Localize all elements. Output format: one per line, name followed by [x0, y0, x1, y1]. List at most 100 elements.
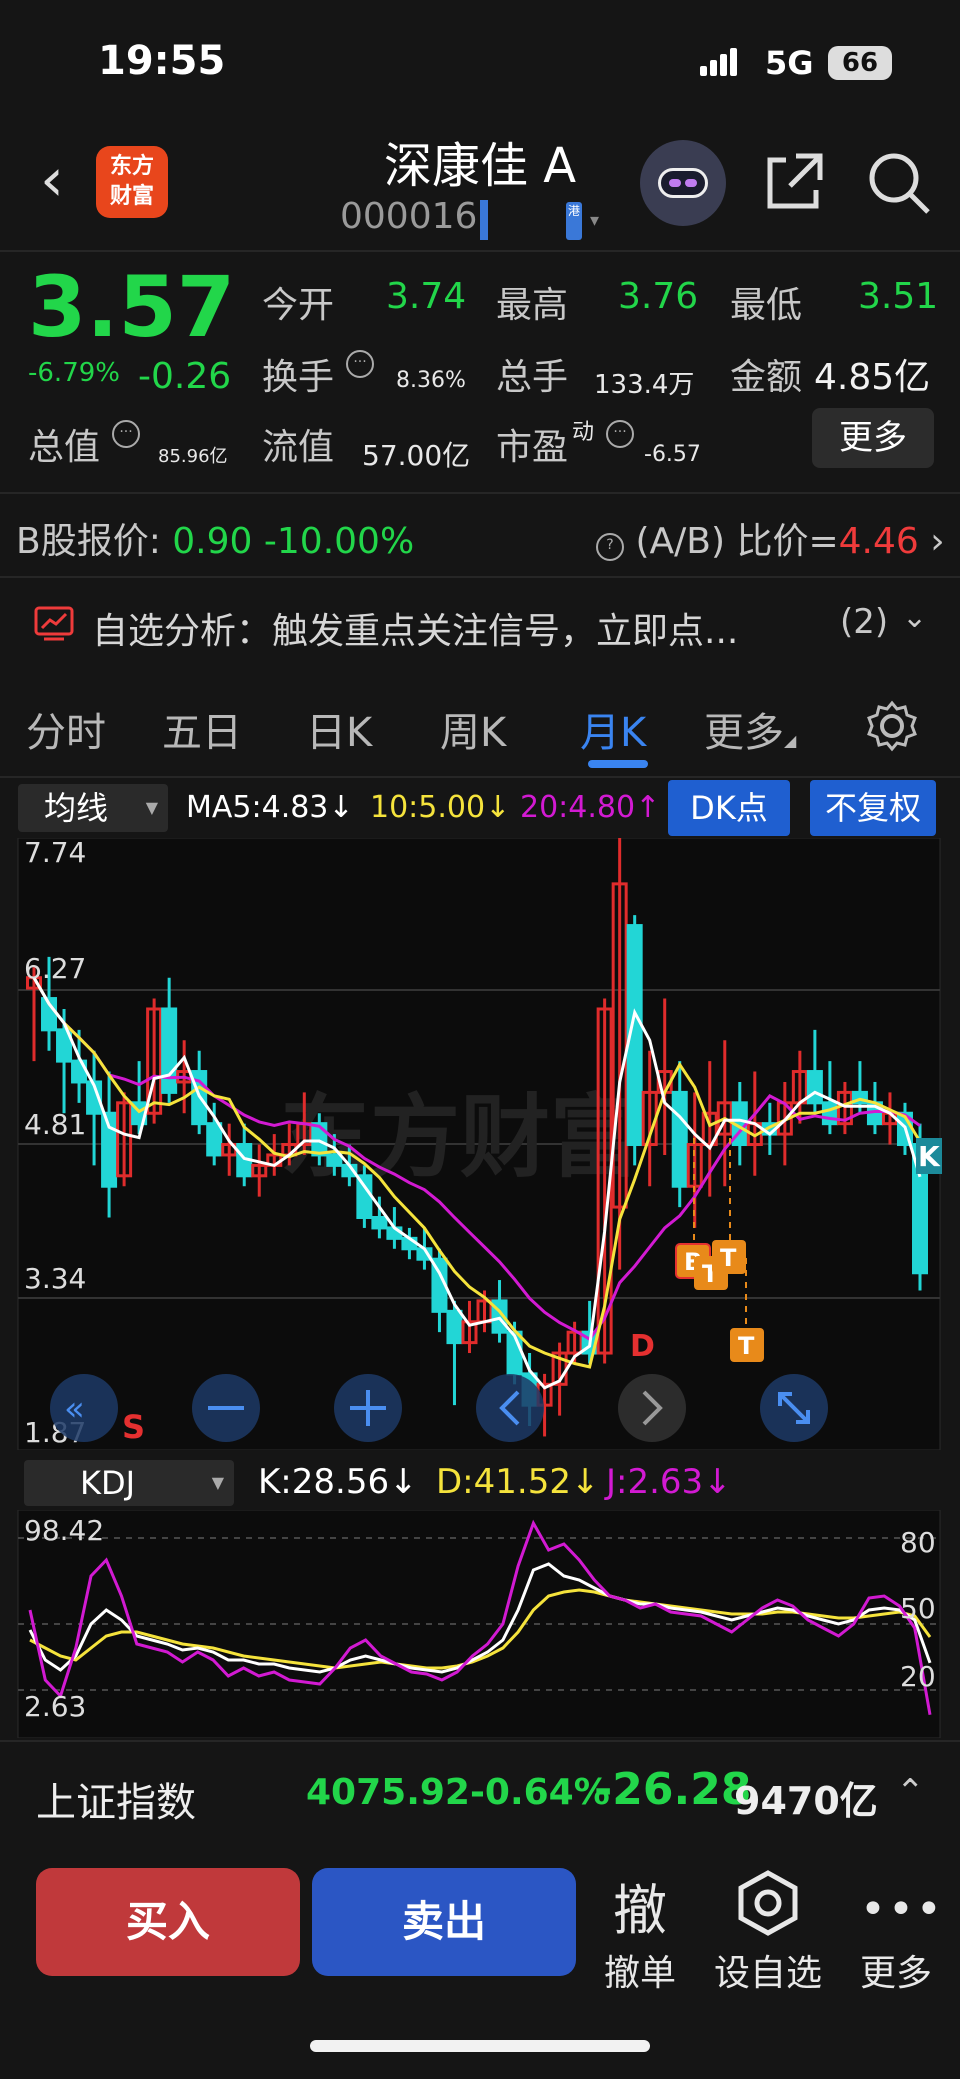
chevron-up-icon[interactable]: ⌃: [896, 1772, 925, 1812]
kdj-axis-label: 98.42: [24, 1514, 104, 1547]
volume-value: 133.4万: [594, 370, 695, 400]
ma-select[interactable]: 均线 ▼: [18, 784, 168, 832]
search-icon[interactable]: [866, 150, 932, 216]
open-value: 3.74: [386, 276, 467, 317]
kdj-k-value: K:28.56↓: [258, 1462, 418, 1502]
candle-body: [806, 1070, 823, 1105]
hk-badge[interactable]: 港: [566, 202, 582, 240]
adjust-type-button[interactable]: 不复权: [810, 780, 936, 836]
candle-body: [161, 1007, 178, 1094]
pe-label: 市盈: [496, 427, 569, 468]
divider: [0, 576, 960, 578]
chevron-left-icon: [476, 1374, 544, 1442]
kdj-d-value: D:41.52↓: [436, 1462, 600, 1502]
amount-value: 4.85亿: [814, 357, 931, 398]
index-name: 上证指数: [36, 1780, 196, 1826]
more-icon[interactable]: •••: [860, 1884, 944, 1935]
info-icon[interactable]: ···: [112, 420, 140, 448]
change-percent: -6.79%: [28, 358, 120, 388]
help-icon[interactable]: ?: [596, 533, 624, 561]
kdj-chart[interactable]: 98.42 2.63 80 50 20: [0, 1510, 960, 1738]
open-label: 今开: [262, 285, 335, 326]
ab-ratio-label: (A/B) 比价=: [635, 521, 839, 562]
pe-value: -6.57: [644, 442, 701, 467]
sell-marker: S: [122, 1408, 145, 1446]
candle-body: [206, 1122, 223, 1157]
float-mv-value: 57.00亿: [362, 439, 471, 472]
k-marker: K: [918, 1140, 941, 1173]
chevron-right-icon: ›: [930, 521, 945, 562]
amount-label: 金额: [730, 357, 803, 398]
signal-icon: [700, 48, 740, 76]
current-price: 3.57: [28, 258, 236, 356]
buy-button[interactable]: 买入: [36, 1868, 300, 1976]
ab-ratio[interactable]: ? (A/B) 比价=4.46 ›: [596, 512, 945, 565]
b-share-label: B股报价:: [16, 521, 161, 562]
index-value: 4075.92-0.64%: [306, 1772, 610, 1813]
analysis-count: (2): [840, 602, 889, 642]
chevron-right-icon: [618, 1374, 686, 1442]
ab-ratio-value: 4.46: [838, 521, 919, 562]
index-amount: 9470亿: [734, 1779, 878, 1823]
total-mv-label: 总值: [28, 427, 101, 468]
kdj-j-value: J:2.63↓: [606, 1462, 732, 1502]
float-mv-label: 流值: [262, 427, 335, 468]
svg-text:«: «: [64, 1389, 85, 1429]
back-icon[interactable]: ‹: [40, 150, 64, 210]
cancel-order-label[interactable]: 撤单: [580, 1944, 700, 1996]
tab-weekly-k[interactable]: 周K: [440, 700, 506, 758]
sell-button[interactable]: 卖出: [312, 1868, 576, 1976]
high-value: 3.76: [618, 276, 699, 317]
low-label: 最低: [730, 285, 803, 326]
ma10-value: 10:5.00↓: [370, 790, 511, 825]
kdj-axis-label: 2.63: [24, 1690, 86, 1723]
tab-five-day[interactable]: 五日: [162, 700, 242, 758]
index-change: -26.28: [594, 1764, 752, 1815]
analysis-text[interactable]: 自选分析：触发重点关注信号，立即点...: [92, 602, 738, 654]
cancel-order-icon[interactable]: 撤: [580, 1866, 700, 1945]
app-logo: 东方 财富: [96, 146, 168, 218]
add-watchlist-label[interactable]: 设自选: [708, 1944, 828, 1996]
info-icon[interactable]: ···: [606, 420, 634, 448]
info-icon[interactable]: ···: [346, 350, 374, 378]
assistant-robot-icon[interactable]: [640, 140, 726, 226]
more-actions-label[interactable]: 更多: [836, 1944, 956, 1996]
divider: [0, 250, 960, 252]
chevron-down-icon[interactable]: ⌄: [902, 600, 927, 635]
tab-intraday[interactable]: 分时: [26, 700, 106, 758]
d-marker: D: [630, 1329, 655, 1364]
kdj-axis-label: 80: [900, 1526, 936, 1559]
kdj-axis-label: 20: [900, 1660, 936, 1693]
tab-daily-k[interactable]: 日K: [306, 700, 372, 758]
kdj-axis-label: 50: [900, 1592, 936, 1625]
share-icon[interactable]: [762, 150, 826, 214]
code-cursor: [480, 200, 488, 240]
stock-code: 000016: [340, 196, 478, 237]
ma5-value: MA5:4.83↓: [186, 790, 354, 825]
candlestick-chart[interactable]: 东方财富 7.74 6.27 4.81 3.34 1.87 S D K B T …: [0, 838, 960, 1450]
chart-analysis-icon: [34, 606, 74, 641]
add-watchlist-icon[interactable]: [736, 1870, 800, 1936]
settings-gear-icon[interactable]: [866, 700, 918, 752]
network-type: 5G: [765, 44, 814, 82]
status-time: 19:55: [98, 38, 226, 84]
t-marker: T: [720, 1244, 737, 1272]
b-share-price: 0.90: [172, 521, 253, 562]
tab-monthly-k[interactable]: 月K: [580, 700, 646, 758]
candle-body: [326, 1153, 343, 1167]
tab-underline: [588, 760, 648, 768]
b-share-quote[interactable]: B股报价: 0.90 -10.00%: [16, 512, 414, 564]
divider: [0, 492, 960, 494]
tab-more[interactable]: 更多◢: [704, 700, 796, 758]
candle-body: [446, 1309, 463, 1345]
candle-body: [671, 1090, 688, 1188]
turnover-label: 换手: [262, 357, 335, 398]
candle-body: [821, 1101, 838, 1126]
more-quote-button[interactable]: 更多: [812, 408, 934, 468]
chevron-down-icon[interactable]: ▾: [590, 210, 599, 231]
dk-point-button[interactable]: DK点: [668, 780, 790, 836]
divider: [0, 776, 960, 778]
t-marker: T: [738, 1332, 755, 1360]
indicator-select[interactable]: KDJ ▼: [24, 1460, 234, 1506]
ma20-value: 20:4.80↑: [520, 790, 661, 825]
